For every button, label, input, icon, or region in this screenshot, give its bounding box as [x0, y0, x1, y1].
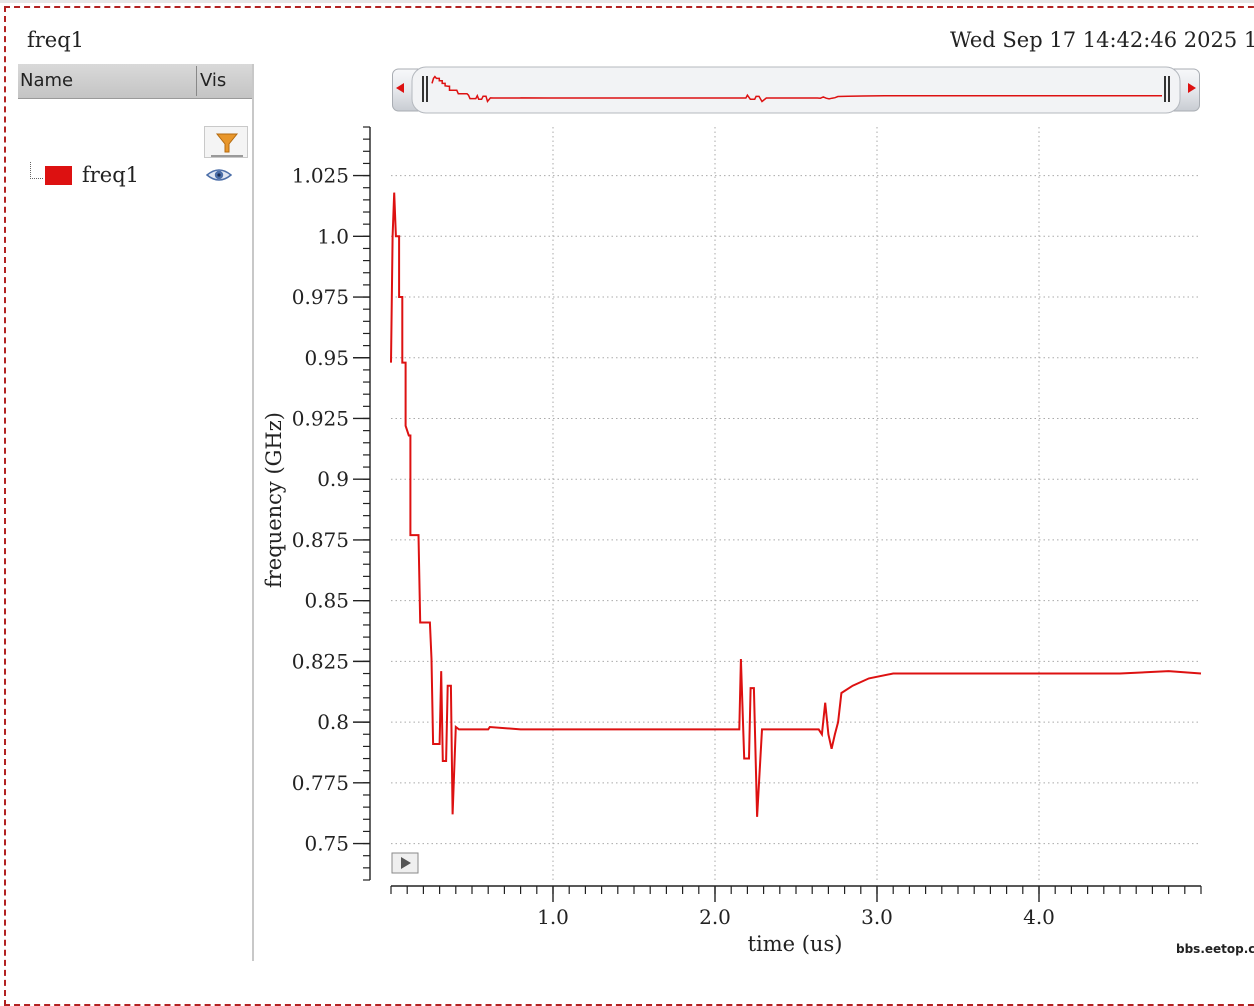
y-tick-label: 0.975	[292, 285, 349, 309]
x-tick-label: 3.0	[861, 905, 893, 929]
x-tick-label: 4.0	[1023, 905, 1055, 929]
grid-lines	[391, 127, 1201, 880]
y-tick-label: 0.9	[317, 467, 349, 491]
x-axis	[390, 885, 1202, 902]
x-tick-label: 1.0	[537, 905, 569, 929]
y-tick-label: 0.85	[304, 589, 349, 613]
watermark: bbs.eetop.cn	[1176, 942, 1254, 956]
waveform-plot[interactable]: 1.025 1.0 0.975 0.95 0.925 0.9 0.875 0.85 0.825 0…	[0, 0, 1254, 961]
play-button[interactable]	[391, 852, 419, 874]
y-tick-label: 0.925	[292, 406, 349, 430]
y-tick-label: 1.025	[292, 164, 349, 188]
y-tick-labels: 1.025 1.0 0.975 0.95 0.925 0.9 0.875 0.85 0.825 0…	[292, 164, 349, 856]
x-tick-label: 2.0	[699, 905, 731, 929]
x-axis-title: time (us)	[747, 932, 843, 956]
series-line-freq1[interactable]	[390, 192, 1202, 817]
y-tick-label: 0.875	[292, 528, 349, 552]
y-tick-label: 1.0	[317, 224, 349, 248]
y-tick-label: 0.75	[304, 832, 349, 856]
y-tick-label: 0.775	[292, 771, 349, 795]
y-axis	[353, 126, 371, 881]
y-tick-label: 0.825	[292, 649, 349, 673]
y-tick-label: 0.8	[317, 710, 349, 734]
y-axis-title: frequency (GHz)	[262, 412, 286, 588]
y-tick-label: 0.95	[304, 346, 349, 370]
x-tick-labels: 1.0 2.0 3.0 4.0	[537, 905, 1055, 929]
